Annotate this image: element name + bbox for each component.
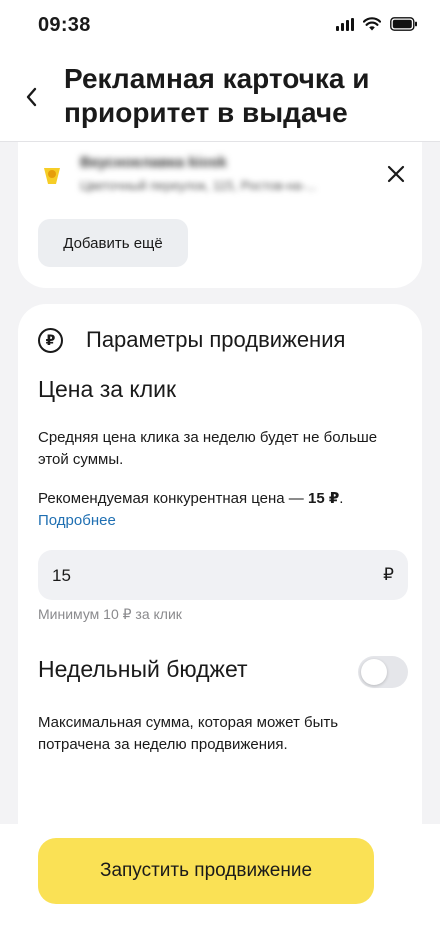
weekly-budget-toggle[interactable]	[358, 656, 408, 688]
price-input-value: 15	[52, 566, 71, 585]
business-address: Цветочный переулок, 115, Ростов-на-...	[80, 178, 317, 193]
recommended-price-text: Рекомендуемая конкурентная цена — 15 ₽.	[38, 490, 344, 507]
business-logo-icon	[38, 162, 66, 190]
minimum-price-hint: Минимум 10 ₽ за клик	[38, 606, 182, 622]
ruble-icon: ₽	[38, 328, 63, 353]
promotion-params-card: ₽ Параметры продвижения Цена за клик Сре…	[18, 304, 422, 824]
business-card: Вкусноелавка kiosk Цветочный переулок, 1…	[18, 142, 422, 288]
add-more-button[interactable]: Добавить ещё	[38, 219, 188, 267]
cost-per-click-heading: Цена за клик	[38, 376, 177, 402]
chevron-left-icon	[26, 87, 37, 107]
battery-icon	[390, 17, 418, 31]
back-button[interactable]	[18, 82, 44, 112]
page-header: Рекламная карточка и приоритет в выдаче	[0, 50, 440, 142]
business-name: Вкусноелавка kiosk	[80, 154, 227, 171]
remove-business-button[interactable]	[384, 162, 408, 186]
weekly-budget-heading: Недельный бюджет	[38, 656, 248, 682]
launch-promotion-button[interactable]: Запустить продвижение	[38, 838, 374, 904]
wifi-icon	[363, 17, 381, 31]
price-per-click-input[interactable]: 15 ₽	[38, 550, 408, 600]
status-icons	[336, 17, 418, 31]
status-time: 09:38	[38, 14, 91, 36]
recommended-price-value: 15 ₽	[307, 490, 340, 507]
toggle-knob	[361, 659, 387, 685]
status-bar: 09:38	[0, 0, 440, 50]
more-info-link[interactable]: Подробнее	[38, 510, 116, 532]
weekly-budget-description: Максимальная сумма, которая может быть п…	[38, 714, 339, 753]
section-title: Параметры продвижения	[86, 327, 346, 352]
cost-per-click-description: Средняя цена клика за неделю будет не бо…	[38, 429, 378, 468]
price-currency-label: ₽	[383, 565, 394, 584]
cellular-signal-icon	[336, 17, 354, 31]
page-title: Рекламная карточка и приоритет в выдаче	[64, 63, 370, 128]
close-icon	[387, 165, 405, 183]
bottom-action-bar: Запустить продвижение	[0, 824, 440, 938]
